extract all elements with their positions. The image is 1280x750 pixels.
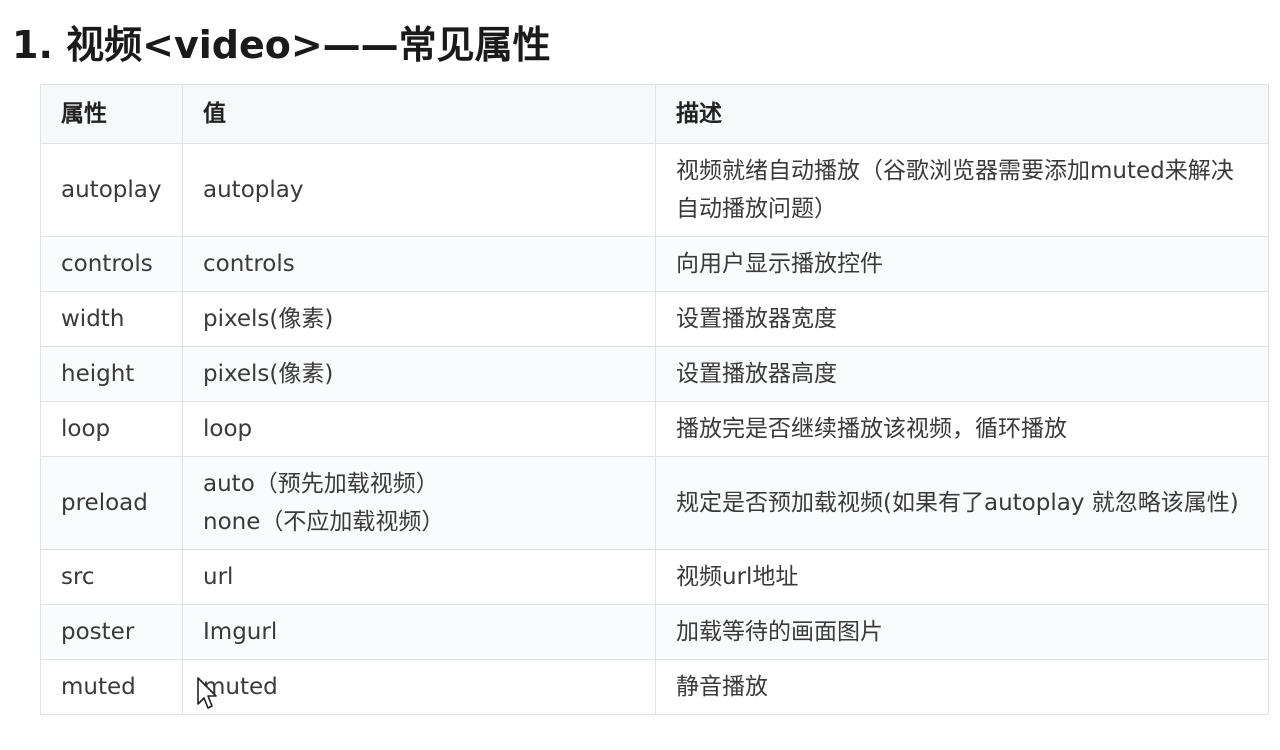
table-header: 属性 值 描述 [40,84,1269,144]
header-attribute: 属性 [40,84,183,144]
cell-value: pixels(像素) [182,291,656,347]
table-row: height pixels(像素) 设置播放器高度 [40,346,1269,402]
table-row: poster Imgurl 加载等待的画面图片 [40,604,1269,660]
cell-value-line: pixels(像素) [203,361,334,387]
cell-value-line: none（不应加载视频） [203,509,445,535]
cell-value: Imgurl [182,604,656,660]
cell-attribute: width [40,291,183,347]
cell-value-line: auto（预先加载视频） [203,471,439,497]
cell-description: 加载等待的画面图片 [655,604,1269,660]
cell-value: pixels(像素) [182,346,656,402]
mouse-pointer-icon [197,677,217,709]
cell-attribute: height [40,346,183,402]
table-row: preload auto（预先加载视频） none（不应加载视频） 规定是否预加载视频… [40,456,1269,550]
cell-description: 设置播放器高度 [655,346,1269,402]
cell-attribute: controls [40,236,183,292]
cell-attribute: src [40,549,183,605]
cell-description: 视频就绪自动播放（谷歌浏览器需要添加muted来解决自动播放问题） [655,143,1269,237]
cell-description: 规定是否预加载视频(如果有了autoplay 就忽略该属性) [655,456,1269,550]
cell-value-line: muted [203,674,278,700]
cell-value-line: pixels(像素) [203,306,334,332]
page-title: 1. 视频<video>——常见属性 [12,23,551,67]
table-header-row: 属性 值 描述 [40,84,1269,144]
header-description: 描述 [655,84,1269,144]
cell-value-line: autoplay [203,177,304,203]
cell-attribute: loop [40,401,183,457]
cell-value-line: loop [203,416,253,442]
cell-value-line: Imgurl [203,619,278,645]
attribute-table-container: 属性 值 描述 autoplay autoplay 视频就绪自动播放（谷歌浏览器需要… [40,84,1269,715]
cell-value: controls [182,236,656,292]
cell-value: muted [182,659,656,715]
cell-attribute: poster [40,604,183,660]
cell-value: loop [182,401,656,457]
table-row: src url 视频url地址 [40,549,1269,605]
table-row: width pixels(像素) 设置播放器宽度 [40,291,1269,347]
cell-value: url [182,549,656,605]
cell-attribute: autoplay [40,143,183,237]
cell-description: 视频url地址 [655,549,1269,605]
attribute-table: 属性 值 描述 autoplay autoplay 视频就绪自动播放（谷歌浏览器需要… [40,84,1269,715]
cell-attribute: muted [40,659,183,715]
table-body: autoplay autoplay 视频就绪自动播放（谷歌浏览器需要添加muted来… [40,143,1269,715]
cell-value: autoplay [182,143,656,237]
cell-value: auto（预先加载视频） none（不应加载视频） [182,456,656,550]
cell-description: 静音播放 [655,659,1269,715]
table-row: autoplay autoplay 视频就绪自动播放（谷歌浏览器需要添加muted来… [40,143,1269,237]
cell-description: 播放完是否继续播放该视频，循环播放 [655,401,1269,457]
cell-value-line: controls [203,251,295,277]
table-row: controls controls 向用户显示播放控件 [40,236,1269,292]
cell-attribute: preload [40,456,183,550]
table-row: muted muted 静音播放 [40,659,1269,715]
cell-value-line: url [203,564,234,590]
cell-description: 设置播放器宽度 [655,291,1269,347]
header-value: 值 [182,84,656,144]
table-row: loop loop 播放完是否继续播放该视频，循环播放 [40,401,1269,457]
cell-description: 向用户显示播放控件 [655,236,1269,292]
